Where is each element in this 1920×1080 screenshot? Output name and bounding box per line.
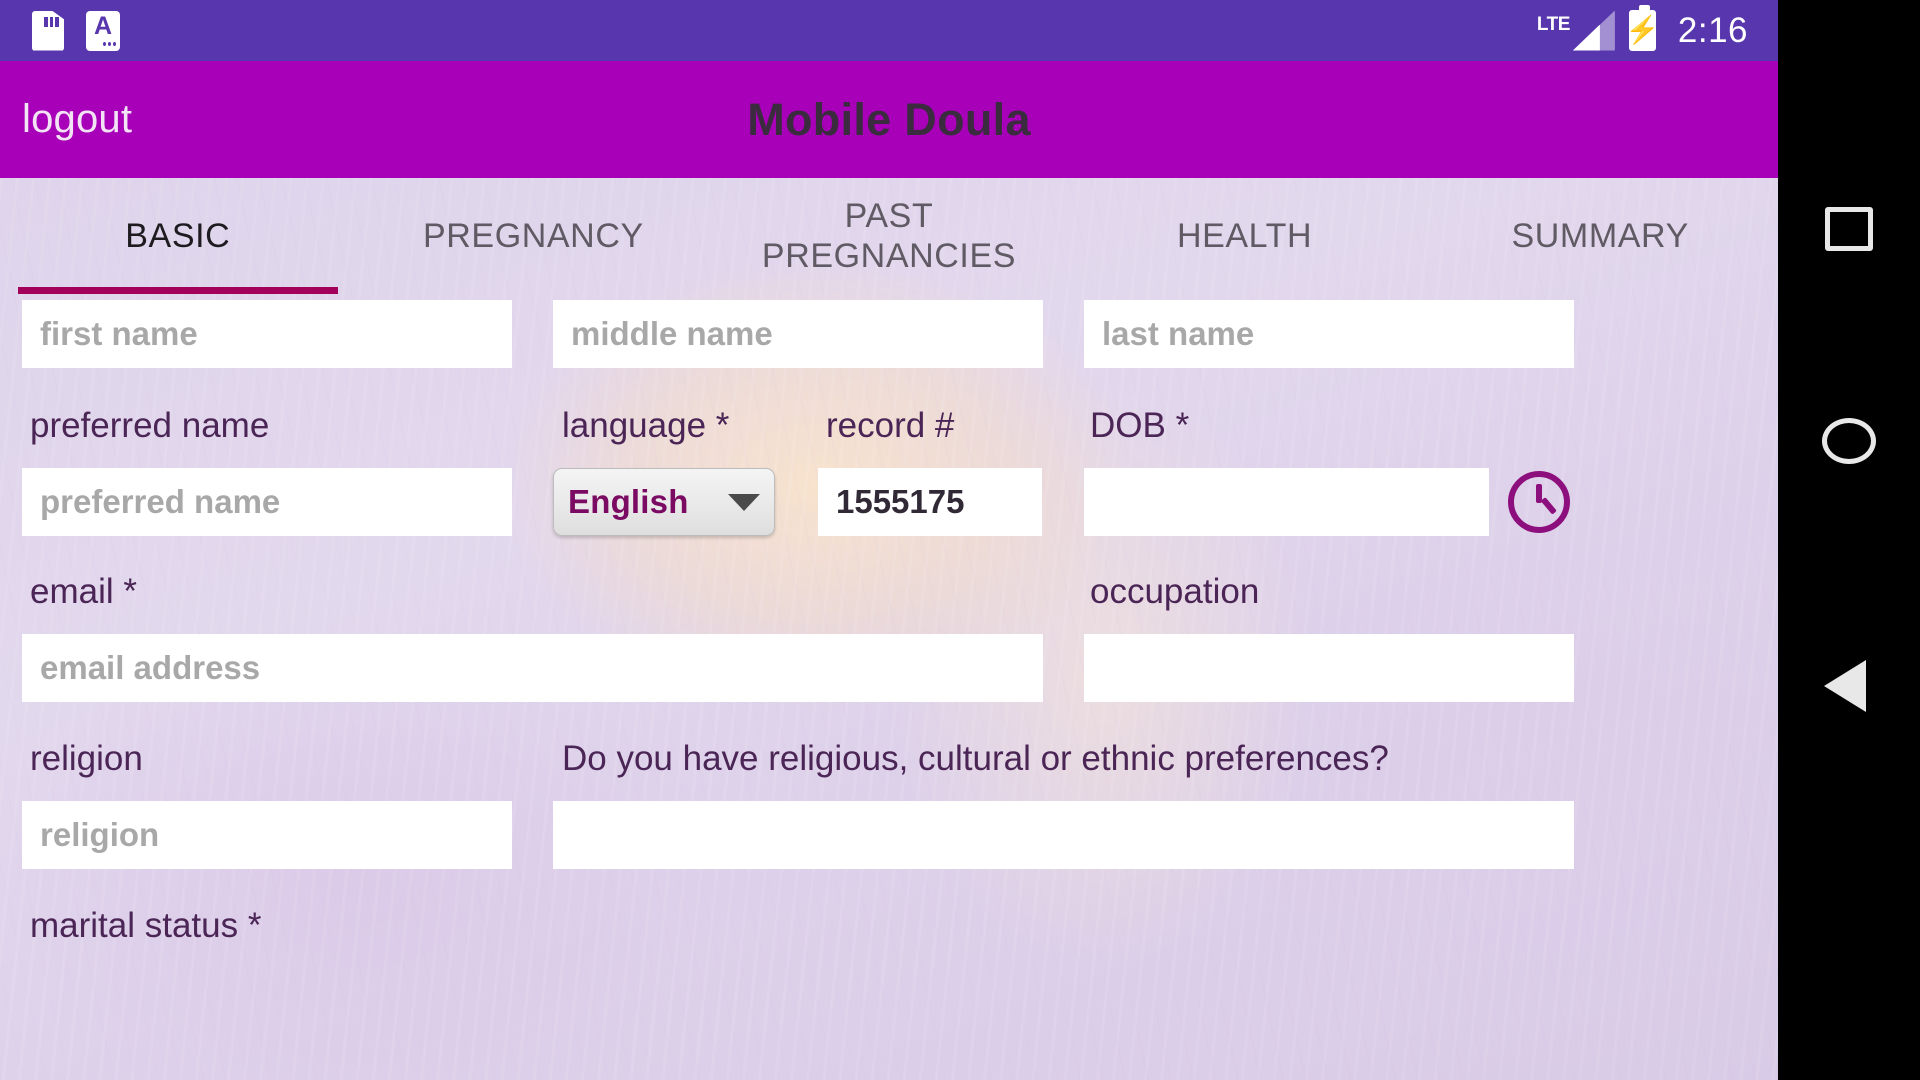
- dob-input[interactable]: [1084, 468, 1489, 536]
- preferred-name-input[interactable]: preferred name: [22, 468, 512, 536]
- tab-health-label: HEALTH: [1176, 217, 1313, 255]
- lte-label: LTE: [1536, 13, 1570, 35]
- record-number-label: record #: [826, 406, 955, 445]
- status-bar-system: LTE ⚡ 2:16: [1536, 5, 1778, 51]
- marital-status-label: marital status *: [30, 906, 262, 945]
- status-bar: A LTE ⚡ 2:16: [0, 0, 1778, 61]
- last-name-input[interactable]: last name: [1084, 300, 1574, 368]
- email-input[interactable]: email address: [22, 634, 1043, 702]
- sd-card-icon: [32, 10, 64, 51]
- preferred-name-label: preferred name: [30, 406, 270, 445]
- tab-pregnancy[interactable]: PREGNANCY: [356, 178, 712, 294]
- chevron-down-icon: [728, 493, 760, 511]
- language-select[interactable]: English: [553, 468, 775, 536]
- preferences-label: Do you have religious, cultural or ethni…: [562, 739, 1389, 778]
- page-title: Mobile Doula: [747, 93, 1031, 145]
- religion-label: religion: [30, 739, 143, 778]
- preferences-input[interactable]: [553, 801, 1574, 869]
- dob-label: DOB *: [1090, 406, 1190, 445]
- tab-bar: BASIC PREGNANCY PAST PREGNANCIES HEALTH …: [0, 178, 1778, 294]
- tab-past-pregnancies-label: PAST PREGNANCIES: [761, 197, 1017, 275]
- back-icon[interactable]: [1824, 660, 1866, 712]
- clock-time: 2:16: [1677, 10, 1748, 50]
- android-nav-bar: [1778, 0, 1920, 1080]
- middle-name-input[interactable]: middle name: [553, 300, 1043, 368]
- phone-screen: A LTE ⚡ 2:16 logout Mobile Doula BASIC P…: [0, 0, 1778, 1080]
- tab-past-pregnancies[interactable]: PAST PREGNANCIES: [711, 178, 1067, 294]
- basic-form-page: BASIC PREGNANCY PAST PREGNANCIES HEALTH …: [0, 178, 1778, 1080]
- recent-apps-icon[interactable]: [1825, 207, 1873, 251]
- occupation-input[interactable]: [1084, 634, 1574, 702]
- tab-summary-label: SUMMARY: [1511, 217, 1689, 255]
- language-select-value: English: [568, 483, 689, 520]
- home-icon[interactable]: [1822, 418, 1876, 464]
- religion-input[interactable]: religion: [22, 801, 512, 869]
- tab-summary[interactable]: SUMMARY: [1422, 178, 1778, 294]
- screenshot-a-icon: A: [86, 10, 120, 51]
- content-area: BASIC PREGNANCY PAST PREGNANCIES HEALTH …: [0, 178, 1778, 1080]
- language-label: language *: [562, 406, 730, 445]
- tab-basic[interactable]: BASIC: [0, 178, 356, 294]
- lte-signal-icon: LTE: [1536, 10, 1615, 51]
- email-label: email *: [30, 572, 137, 611]
- record-number-input[interactable]: 1555175: [818, 468, 1042, 536]
- clock-icon[interactable]: [1508, 471, 1570, 533]
- tab-pregnancy-label: PREGNANCY: [423, 217, 644, 255]
- tab-basic-label: BASIC: [125, 217, 231, 255]
- first-name-input[interactable]: first name: [22, 300, 512, 368]
- occupation-label: occupation: [1090, 572, 1260, 611]
- tab-active-indicator: [18, 287, 338, 294]
- battery-charging-icon: ⚡: [1626, 5, 1659, 51]
- status-bar-notifications: A: [0, 10, 120, 51]
- tab-health[interactable]: HEALTH: [1067, 178, 1423, 294]
- app-bar: logout Mobile Doula: [0, 61, 1778, 178]
